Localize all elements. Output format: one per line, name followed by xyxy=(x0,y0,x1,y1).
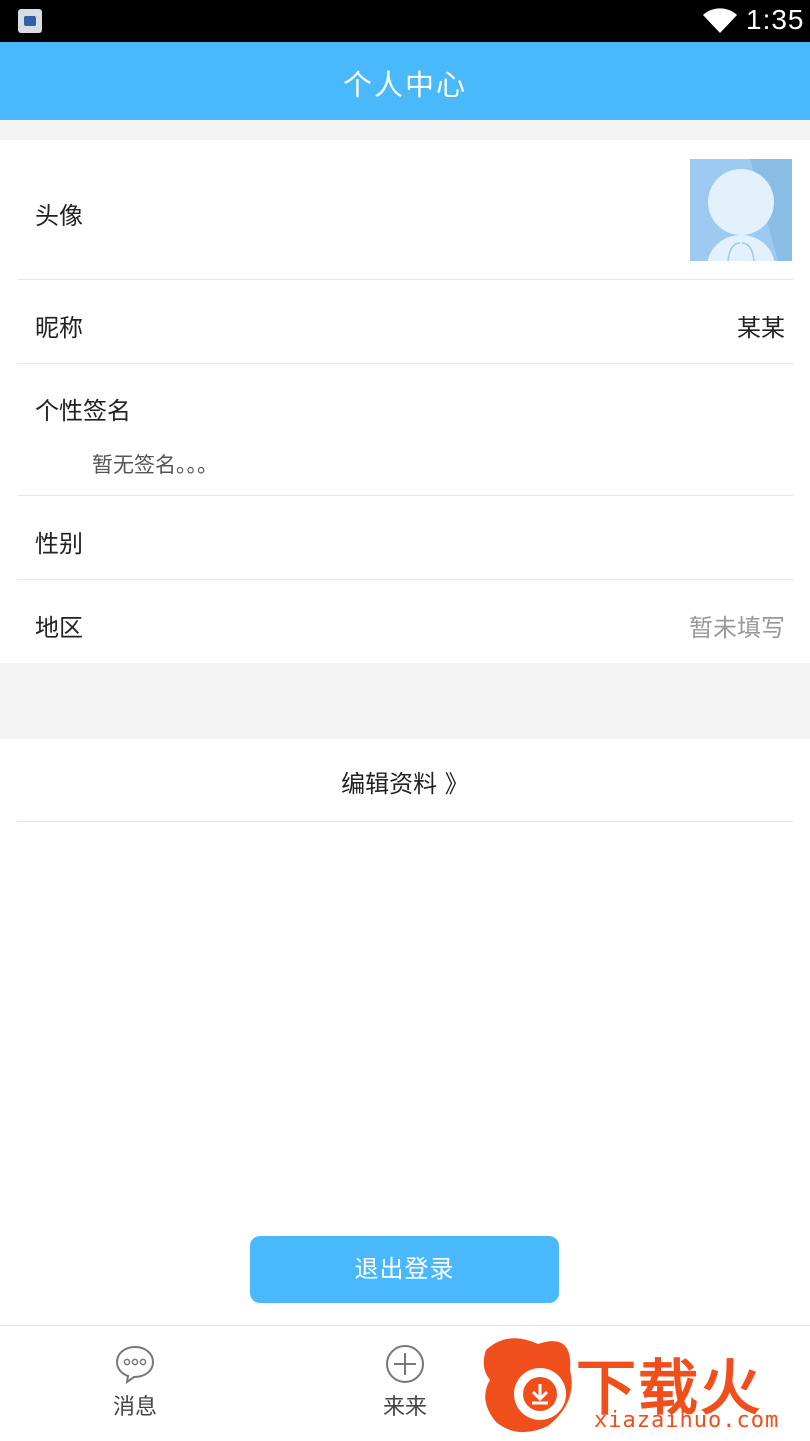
divider xyxy=(17,279,793,280)
section-gap xyxy=(0,663,810,739)
nickname-row[interactable]: 昵称 某某 xyxy=(0,281,810,364)
tab-lailai-label: 来来 xyxy=(382,1395,427,1420)
plus-circle-icon xyxy=(386,1345,424,1383)
page-title: 个人中心 xyxy=(342,68,467,102)
tab-messages-label: 消息 xyxy=(112,1395,157,1420)
chat-bubble-icon xyxy=(115,1345,155,1384)
signature-label: 个性签名 xyxy=(35,397,131,425)
status-bar: 1:35 xyxy=(0,0,810,42)
gender-label: 性别 xyxy=(35,530,83,558)
tab-lailai[interactable]: 来来 xyxy=(335,1326,475,1441)
divider xyxy=(17,579,793,580)
region-value: 暂未填写 xyxy=(689,614,785,642)
avatar-label: 头像 xyxy=(35,202,83,230)
edit-profile-button[interactable]: 编辑资料 》 xyxy=(0,739,810,822)
watermark-url: xiazaihuo.com xyxy=(594,1408,780,1433)
gender-row[interactable]: 性别 xyxy=(0,497,810,580)
status-time: 1:35 xyxy=(746,4,805,35)
header-bar: 个人中心 xyxy=(0,42,810,120)
divider xyxy=(17,821,793,822)
default-avatar-icon xyxy=(690,159,792,261)
logout-button[interactable]: 退出登录 xyxy=(250,1236,559,1303)
avatar[interactable] xyxy=(690,159,792,261)
signature-row[interactable]: 个性签名 暂无签名。。。 xyxy=(0,365,810,496)
region-row[interactable]: 地区 暂未填写 xyxy=(0,581,810,663)
edit-profile-label: 编辑资料 》 xyxy=(341,770,469,798)
avatar-row[interactable]: 头像 xyxy=(0,140,810,280)
divider xyxy=(17,363,793,364)
section-gap xyxy=(0,120,810,140)
region-label: 地区 xyxy=(35,614,83,642)
divider xyxy=(17,495,793,496)
tab-messages[interactable]: 消息 xyxy=(65,1326,205,1441)
signature-value: 暂无签名。。。 xyxy=(92,453,218,477)
nickname-label: 昵称 xyxy=(35,314,83,342)
nickname-value: 某某 xyxy=(737,314,785,342)
app-notification-icon xyxy=(18,9,42,33)
wifi-icon xyxy=(703,8,737,33)
